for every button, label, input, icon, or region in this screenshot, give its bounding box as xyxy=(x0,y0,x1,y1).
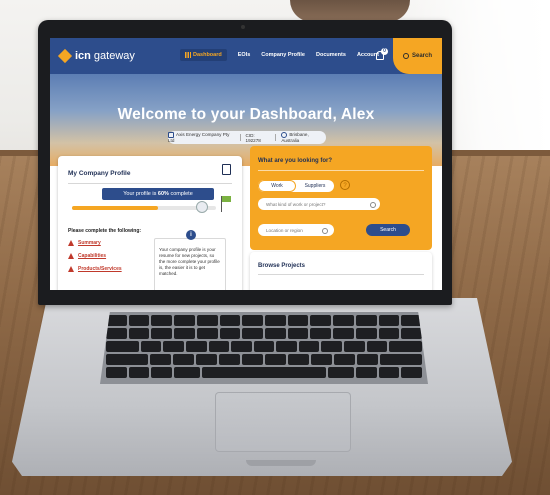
search-button[interactable]: Search xyxy=(393,38,442,74)
search-type-tabs: Work Suppliers xyxy=(258,180,334,192)
warning-icon xyxy=(68,253,74,259)
company-cid: CID: 192278 xyxy=(245,132,261,143)
nav-eois[interactable]: EOIs xyxy=(238,52,251,61)
search-button-label: Search xyxy=(411,53,432,59)
laptop-notch xyxy=(246,460,316,466)
browse-projects-card: Browse Projects xyxy=(250,252,432,290)
nav-documents[interactable]: Documents xyxy=(316,52,346,61)
nav-dashboard[interactable]: Dashboard xyxy=(180,49,227,61)
logo-mark-icon xyxy=(57,48,73,64)
divider xyxy=(258,170,424,171)
company-location: Brisbane, Australia xyxy=(281,132,309,143)
help-icon[interactable]: ? xyxy=(340,180,350,190)
document-icon xyxy=(222,164,231,175)
missing-item-capabilities[interactable]: Capabilities xyxy=(68,253,106,259)
location-pin-icon xyxy=(322,228,328,234)
company-name: Axis Energy Company Pty Ltd xyxy=(168,132,230,143)
page-title: Welcome to your Dashboard, Alex xyxy=(117,106,375,123)
grid-icon xyxy=(185,52,191,58)
browse-projects-title[interactable]: Browse Projects xyxy=(258,263,305,269)
divider xyxy=(68,183,232,184)
progress-knob xyxy=(196,201,208,213)
work-search-input[interactable] xyxy=(258,198,380,210)
looking-for-title: What are you looking for? xyxy=(258,158,333,164)
trackpad xyxy=(215,392,351,452)
divider xyxy=(275,134,277,141)
looking-for-card: What are you looking for? Work Suppliers… xyxy=(250,146,432,250)
camera-icon xyxy=(241,25,245,29)
complete-label: Please complete the following: xyxy=(68,228,142,234)
divider xyxy=(239,134,241,141)
profile-progress-fill xyxy=(72,206,159,210)
laptop-screen: icn gateway Dashboard EOIs Company Profil… xyxy=(50,38,442,290)
nav-company-profile[interactable]: Company Profile xyxy=(261,52,305,61)
warning-icon xyxy=(68,266,74,272)
nav-links: Dashboard EOIs Company Profile Documents… xyxy=(180,49,379,61)
logo-light-text: gateway xyxy=(93,50,135,62)
plant-pot xyxy=(290,0,410,22)
tab-suppliers[interactable]: Suppliers xyxy=(296,180,334,192)
company-info-pill: Axis Energy Company Pty Ltd CID: 192278 … xyxy=(168,131,326,144)
icngateway-logo[interactable]: icn gateway xyxy=(57,48,135,64)
laptop-keyboard xyxy=(100,312,428,384)
logo-bold-text: icn xyxy=(75,50,91,62)
info-icon: i xyxy=(186,230,196,240)
search-submit-button[interactable]: Search xyxy=(366,224,410,236)
nav-dashboard-label: Dashboard xyxy=(193,52,222,58)
company-profile-card: My Company Profile Your profile is 60% c… xyxy=(58,156,242,290)
missing-item-summary[interactable]: Summary xyxy=(68,240,101,246)
notification-badge: 0 xyxy=(381,48,388,55)
warning-icon xyxy=(68,240,74,246)
photo-scene: icn gateway Dashboard EOIs Company Profil… xyxy=(0,0,550,495)
search-icon xyxy=(370,202,376,208)
profile-completion-value: 60% xyxy=(157,191,169,197)
top-nav: icn gateway Dashboard EOIs Company Profil… xyxy=(50,38,442,74)
profile-progress-bar xyxy=(72,206,216,210)
missing-item-products[interactable]: Products/Services xyxy=(68,266,122,272)
flag-icon xyxy=(222,196,231,202)
profile-completion-badge: Your profile is 60% complete xyxy=(102,188,214,200)
tab-work[interactable]: Work xyxy=(258,180,296,192)
profile-tip: Your company profile is your resume for … xyxy=(154,238,226,290)
divider xyxy=(258,274,424,275)
profile-card-title: My Company Profile xyxy=(68,170,131,177)
search-icon xyxy=(402,53,409,59)
